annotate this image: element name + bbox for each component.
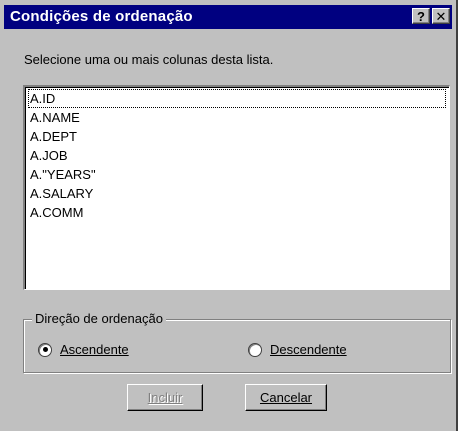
- sort-direction-group: Direção de ordenação Ascendente Descende…: [23, 311, 451, 373]
- descending-radio[interactable]: Descendente: [248, 342, 347, 357]
- close-button[interactable]: ✕: [432, 8, 450, 24]
- help-icon: ?: [417, 9, 425, 24]
- cancel-button[interactable]: Cancelar: [245, 384, 327, 411]
- close-icon: ✕: [435, 9, 447, 24]
- list-item[interactable]: A.COMM: [28, 203, 446, 222]
- radio-unselected-icon: [248, 342, 262, 357]
- list-item[interactable]: A."YEARS": [28, 165, 446, 184]
- title-bar[interactable]: Condições de ordenação ? ✕: [4, 5, 452, 29]
- list-item[interactable]: A.JOB: [28, 146, 446, 165]
- list-item[interactable]: A.SALARY: [28, 184, 446, 203]
- sort-conditions-dialog: Condições de ordenação ? ✕ Selecione uma…: [0, 0, 458, 431]
- list-item[interactable]: A.ID: [28, 89, 446, 108]
- ascending-radio[interactable]: Ascendente: [38, 342, 129, 357]
- descending-label: Descendente: [270, 342, 347, 357]
- dialog-title: Condições de ordenação: [10, 8, 193, 25]
- sort-direction-legend: Direção de ordenação: [32, 311, 166, 326]
- ascending-label: Ascendente: [60, 342, 129, 357]
- include-button[interactable]: Incluir: [127, 384, 203, 411]
- list-item[interactable]: A.NAME: [28, 108, 446, 127]
- list-item[interactable]: A.DEPT: [28, 127, 446, 146]
- columns-listbox[interactable]: A.ID A.NAME A.DEPT A.JOB A."YEARS" A.SAL…: [23, 85, 450, 290]
- radio-selected-icon: [38, 342, 52, 357]
- instruction-text: Selecione uma ou mais colunas desta list…: [24, 52, 274, 67]
- help-button[interactable]: ?: [412, 8, 430, 24]
